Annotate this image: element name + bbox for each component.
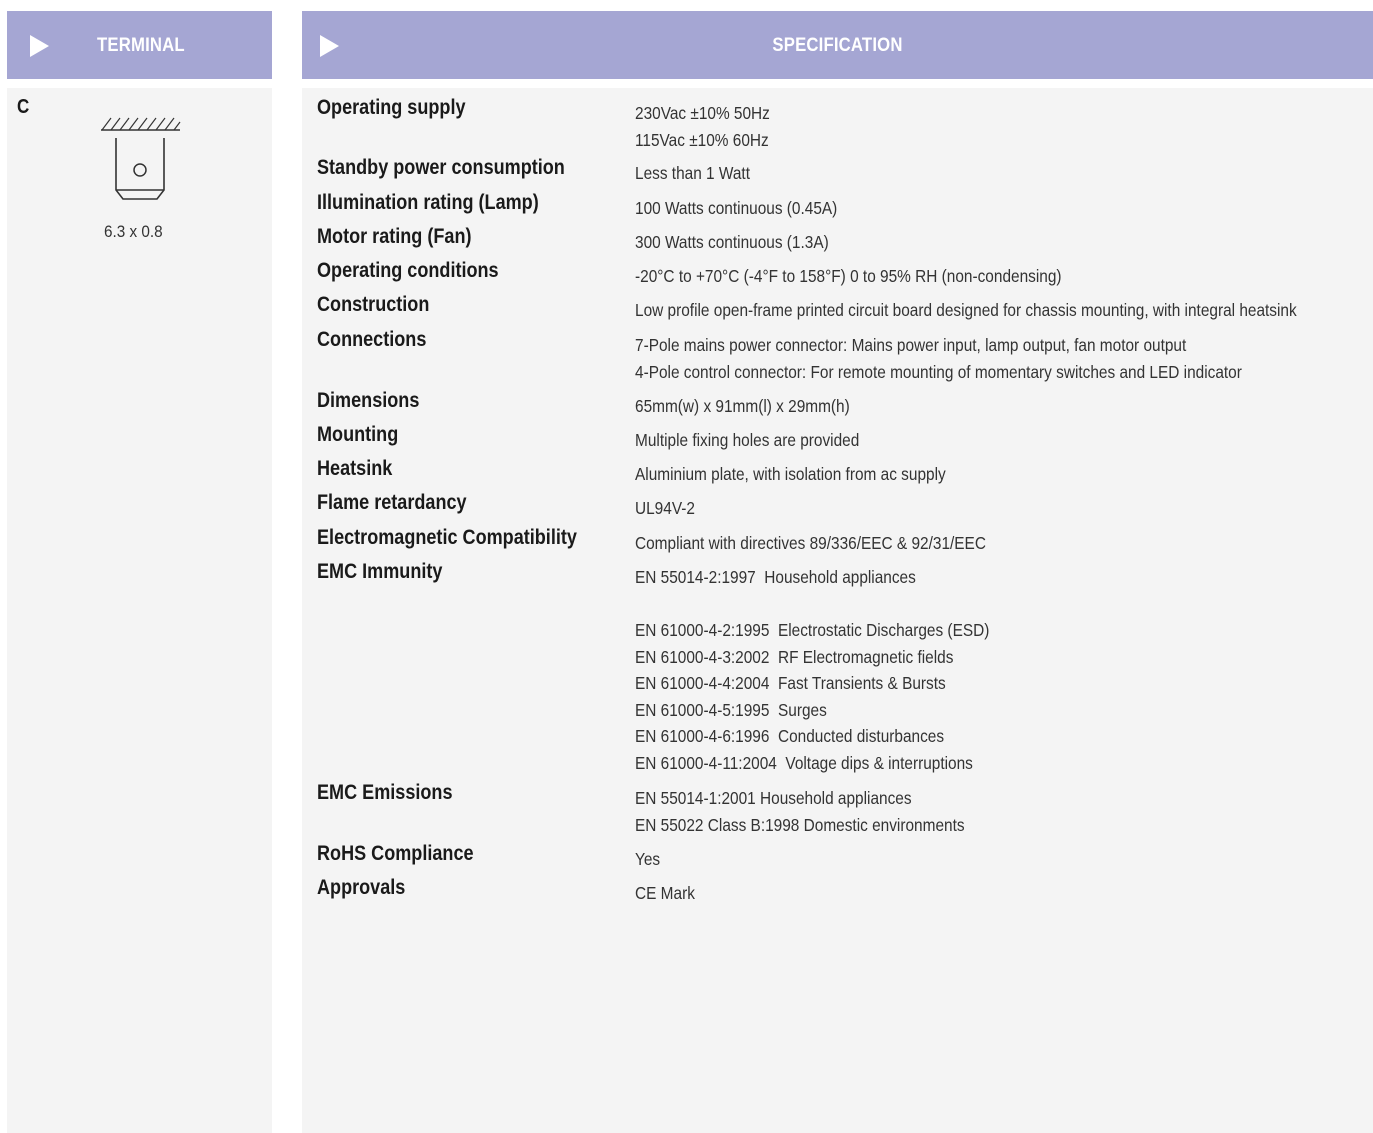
spec-value: -20°C to +70°C (-4°F to 158°F) 0 to 95% … [635,266,1062,286]
terminal-code: C [17,96,30,118]
spec-value: EN 55014-2:1997 Household appliances [635,567,916,587]
spec-values: Yes [635,846,1373,873]
spec-value: Low profile open-frame printed circuit b… [635,300,1297,320]
spec-values: 100 Watts continuous (0.45A) [635,195,1373,222]
spec-value: Compliant with directives 89/336/EEC & 9… [635,533,986,553]
spec-values: 230Vac ±10% 50Hz 115Vac ±10% 60Hz [635,100,1373,153]
spec-values: 300 Watts continuous (1.3A) [635,229,1373,256]
spec-label: Construction [317,293,430,316]
spec-values: CE Mark [635,880,1373,907]
spec-value: Aluminium plate, with isolation from ac … [635,464,946,484]
spec-values: Aluminium plate, with isolation from ac … [635,461,1373,488]
spec-value: EN 61000-4-5:1995 Surges [635,699,827,720]
specification-header-title: SPECIFICATION [772,35,903,56]
spec-label: Connections [317,328,427,351]
spec-value: EN 55014-1:2001 Household appliances [635,788,912,808]
spec-label: Operating conditions [317,259,499,282]
spec-label: Operating supply [317,96,466,119]
spec-label: Approvals [317,876,406,899]
spec-value: Multiple fixing holes are provided [635,430,860,450]
spec-value: 100 Watts continuous (0.45A) [635,198,838,218]
spec-values: Compliant with directives 89/336/EEC & 9… [635,530,1373,557]
spec-values: Multiple fixing holes are provided [635,427,1373,454]
play-arrow-icon [320,35,339,57]
spec-values: Less than 1 Watt [635,160,1373,187]
spec-values: EN 55014-2:1997 Household appliances EN 6… [635,564,1373,776]
spec-label: Heatsink [317,457,393,480]
spec-value: 300 Watts continuous (1.3A) [635,232,829,252]
spec-values: 65mm(w) x 91mm(l) x 29mm(h) [635,393,1373,420]
spec-label: Mounting [317,423,399,446]
spec-values: 7-Pole mains power connector: Mains powe… [635,332,1373,385]
spec-value: CE Mark [635,883,695,903]
play-arrow-icon [30,35,49,57]
spec-value: 115Vac ±10% 60Hz [635,129,769,150]
spec-values: EN 55014-1:2001 Household appliances EN 5… [635,785,1373,838]
specification-header: SPECIFICATION [302,11,1373,79]
spec-value: 4-Pole control connector: For remote mou… [635,361,1242,382]
spec-value [635,591,1304,618]
spec-label: Electromagnetic Compatibility [317,526,577,549]
spec-value: EN 61000-4-3:2002 RF Electromagnetic fie… [635,646,954,667]
spec-label: RoHS Compliance [317,842,474,865]
spec-values: UL94V-2 [635,495,1373,522]
spec-value: EN 55022 Class B:1998 Domestic environme… [635,814,965,835]
spec-label: Illumination rating (Lamp) [317,191,539,214]
spec-value: EN 61000-4-4:2004 Fast Transients & Burs… [635,673,946,693]
spec-values: -20°C to +70°C (-4°F to 158°F) 0 to 95% … [635,263,1373,290]
spec-label: EMC Emissions [317,781,453,804]
spec-value: Yes [635,849,661,869]
spec-value: UL94V-2 [635,498,695,518]
spec-value: 65mm(w) x 91mm(l) x 29mm(h) [635,396,850,416]
spec-label: Standby power consumption [317,156,565,179]
spec-value: EN 61000-4-11:2004 Voltage dips & interr… [635,752,973,773]
terminal-header: TERMINAL [7,11,272,79]
spec-label: EMC Immunity [317,560,443,583]
terminal-connector-icon [101,117,181,200]
spec-label: Motor rating (Fan) [317,225,472,248]
spec-values: Low profile open-frame printed circuit b… [635,297,1373,324]
spec-label: Flame retardancy [317,491,467,514]
spec-value: 7-Pole mains power connector: Mains powe… [635,335,1187,355]
terminal-size: 6.3 x 0.8 [104,222,163,241]
spec-value: EN 61000-4-6:1996 Conducted disturbances [635,726,945,746]
terminal-panel [7,88,272,1133]
spec-value: EN 61000-4-2:1995 Electrostatic Discharg… [635,620,990,640]
terminal-header-title: TERMINAL [97,35,185,56]
spec-value: Less than 1 Watt [635,163,750,183]
spec-label: Dimensions [317,389,420,412]
spec-value: 230Vac ±10% 50Hz [635,103,770,123]
